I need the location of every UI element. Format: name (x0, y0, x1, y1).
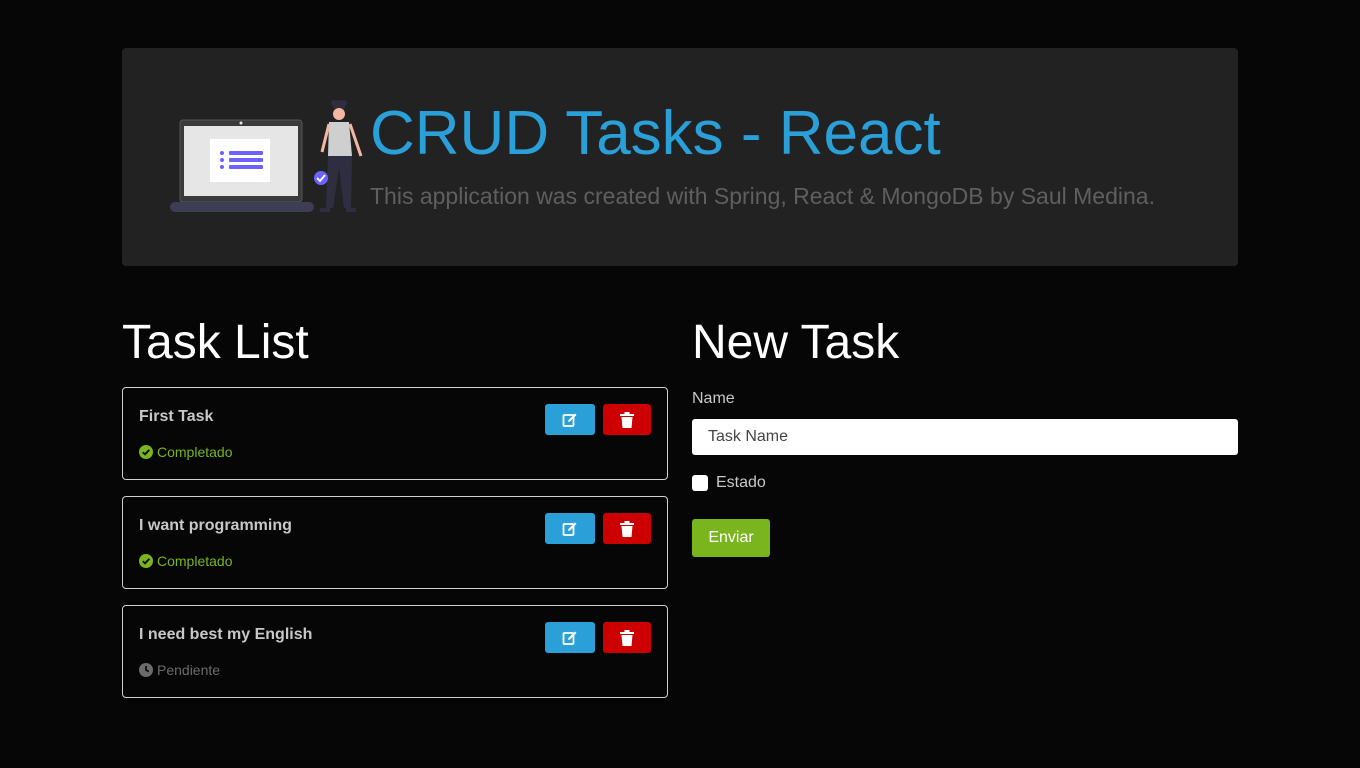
page-subtitle: This application was created with Spring… (370, 183, 1155, 209)
edit-task-button[interactable] (545, 622, 595, 653)
estado-checkbox-label: Estado (716, 474, 766, 491)
task-status-label: Completado (157, 444, 233, 460)
task-card: I want programming Completado (122, 496, 668, 589)
estado-checkbox-row[interactable]: Estado (692, 474, 766, 492)
check-circle-icon (139, 445, 153, 459)
task-card: I need best my English Pendiente (122, 605, 668, 698)
header-jumbotron: CRUD Tasks - React This application was … (122, 48, 1238, 266)
name-field-label: Name (692, 390, 735, 407)
new-task-title: New Task (692, 316, 900, 369)
check-circle-icon (139, 554, 153, 568)
submit-button[interactable]: Enviar (692, 519, 770, 557)
edit-icon (562, 522, 577, 536)
delete-task-button[interactable] (603, 622, 651, 653)
estado-checkbox[interactable] (692, 475, 708, 491)
task-status: Completado (139, 444, 233, 460)
task-name-input[interactable] (692, 419, 1238, 455)
task-status-label: Pendiente (157, 662, 221, 678)
task-status-label: Completado (157, 553, 233, 569)
trash-icon (620, 629, 634, 646)
page-title: CRUD Tasks - React (370, 99, 941, 168)
trash-icon (620, 520, 634, 537)
edit-task-button[interactable] (545, 513, 595, 544)
edit-task-button[interactable] (545, 404, 595, 435)
task-name: I need best my English (139, 626, 313, 643)
task-name: I want programming (139, 517, 292, 534)
clock-icon (139, 663, 153, 677)
trash-icon (620, 411, 634, 428)
task-card: First Task Completado (122, 387, 668, 480)
task-status: Completado (139, 553, 233, 569)
task-list-title: Task List (122, 316, 309, 369)
edit-icon (562, 413, 577, 427)
delete-task-button[interactable] (603, 513, 651, 544)
task-name: First Task (139, 408, 214, 425)
edit-icon (562, 631, 577, 645)
task-status: Pendiente (139, 662, 220, 678)
laptop-person-illustration (170, 100, 363, 212)
delete-task-button[interactable] (603, 404, 651, 435)
